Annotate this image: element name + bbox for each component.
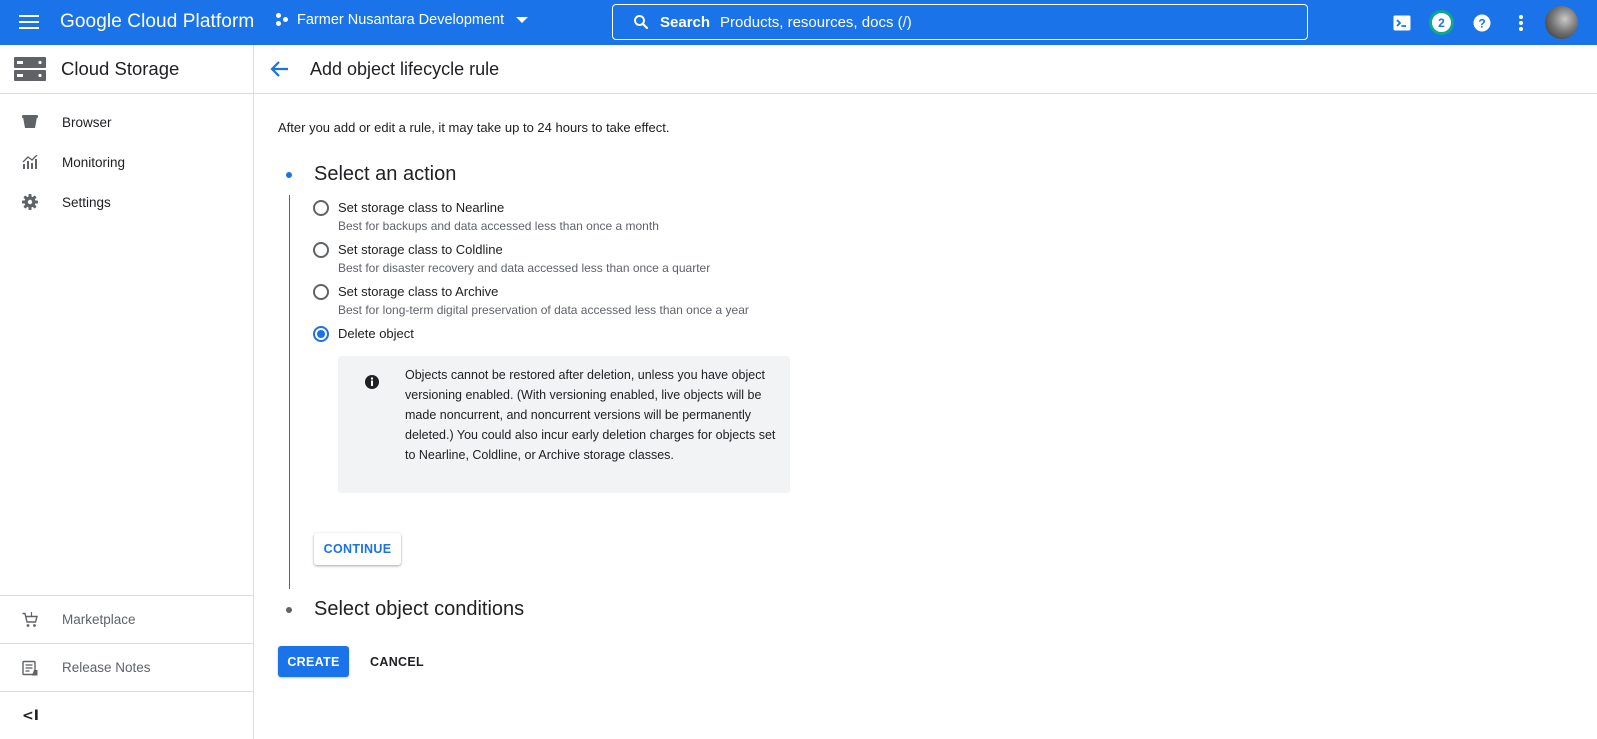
sidebar-item-settings[interactable]: Settings <box>0 182 253 222</box>
sidebar-header: Cloud Storage <box>0 45 253 94</box>
option-label: Set storage class to Archive <box>338 284 499 299</box>
cloud-storage-icon <box>14 57 46 81</box>
option-description: Best for long-term digital preservation … <box>338 303 749 317</box>
back-arrow-icon[interactable] <box>269 58 291 80</box>
radio-button[interactable] <box>313 284 329 300</box>
avatar[interactable] <box>1545 6 1578 39</box>
chevron-down-icon <box>516 17 529 23</box>
sidebar-item-label: Release Notes <box>62 660 151 675</box>
action-option-nearline[interactable]: Set storage class to Nearline Best for b… <box>313 200 659 233</box>
sidebar-item-browser[interactable]: Browser <box>0 102 253 142</box>
action-option-coldline[interactable]: Set storage class to Coldline Best for d… <box>313 242 710 275</box>
search-icon <box>634 15 649 30</box>
project-name: Farmer Nusantara Development <box>297 12 505 28</box>
option-description: Best for disaster recovery and data acce… <box>338 261 711 275</box>
option-label: Set storage class to Nearline <box>338 200 505 215</box>
search-input[interactable]: Search Products, resources, docs (/) <box>612 4 1308 40</box>
main-menu-icon[interactable] <box>17 12 41 32</box>
info-text: After you add or edit a rule, it may tak… <box>278 120 670 135</box>
sidebar-item-release-notes[interactable]: Release Notes <box>0 643 253 691</box>
monitoring-chart-icon <box>21 153 39 171</box>
continue-button[interactable]: CONTINUE <box>314 533 401 565</box>
notifications-badge[interactable]: 2 <box>1429 10 1454 35</box>
product-title[interactable]: Google Cloud Platform <box>60 11 254 33</box>
cart-icon <box>21 611 39 629</box>
top-app-bar: Google Cloud Platform Farmer Nusantara D… <box>0 0 1597 45</box>
project-hierarchy-icon <box>276 13 290 27</box>
svg-text:?: ? <box>1478 17 1485 31</box>
step-indicator-inactive <box>286 607 292 613</box>
deletion-warning-box: Objects cannot be restored after deletio… <box>338 356 790 493</box>
bucket-icon <box>21 113 39 131</box>
create-button[interactable]: CREATE <box>278 646 349 677</box>
option-label: Delete object <box>338 326 414 341</box>
option-description: Best for backups and data accessed less … <box>338 219 659 233</box>
search-label: Search <box>660 13 711 31</box>
info-icon <box>365 375 379 389</box>
sidebar-item-label: Monitoring <box>62 154 126 170</box>
radio-button[interactable] <box>313 200 329 216</box>
warning-text: Objects cannot be restored after deletio… <box>405 368 776 462</box>
page-title: Add object lifecycle rule <box>310 58 500 79</box>
action-option-delete[interactable]: Delete object <box>313 326 414 342</box>
more-vert-icon[interactable] <box>1509 11 1533 35</box>
cloud-shell-icon[interactable] <box>1390 11 1414 35</box>
sidebar-item-label: Settings <box>62 194 111 210</box>
gear-icon <box>21 193 39 211</box>
step-title[interactable]: Select an action <box>314 163 456 186</box>
collapse-sidebar-button[interactable]: <I <box>0 691 253 739</box>
option-label: Set storage class to Coldline <box>338 242 503 257</box>
sidebar-footer: Marketplace Release Notes <I <box>0 595 253 739</box>
step-indicator-active <box>286 172 292 178</box>
sidebar-item-marketplace[interactable]: Marketplace <box>0 595 253 643</box>
radio-button-selected[interactable] <box>313 326 329 342</box>
step-title[interactable]: Select object conditions <box>314 598 524 621</box>
sidebar-item-label: Marketplace <box>62 612 136 627</box>
cancel-button[interactable]: CANCEL <box>362 646 432 677</box>
sidebar: Cloud Storage Browser Monitoring Setting… <box>0 45 254 739</box>
search-placeholder: Products, resources, docs (/) <box>720 13 912 31</box>
radio-button[interactable] <box>313 242 329 258</box>
release-notes-icon <box>21 659 39 677</box>
sidebar-item-monitoring[interactable]: Monitoring <box>0 142 253 182</box>
sidebar-item-label: Browser <box>62 114 112 130</box>
project-picker[interactable]: Farmer Nusantara Development <box>276 12 529 28</box>
page-header: Add object lifecycle rule <box>254 45 1597 94</box>
collapse-icon: <I <box>22 707 39 724</box>
help-icon[interactable]: ? <box>1470 11 1494 35</box>
action-option-archive[interactable]: Set storage class to Archive Best for lo… <box>313 284 749 317</box>
step-connector-line <box>289 195 290 589</box>
sidebar-title: Cloud Storage <box>61 58 180 79</box>
